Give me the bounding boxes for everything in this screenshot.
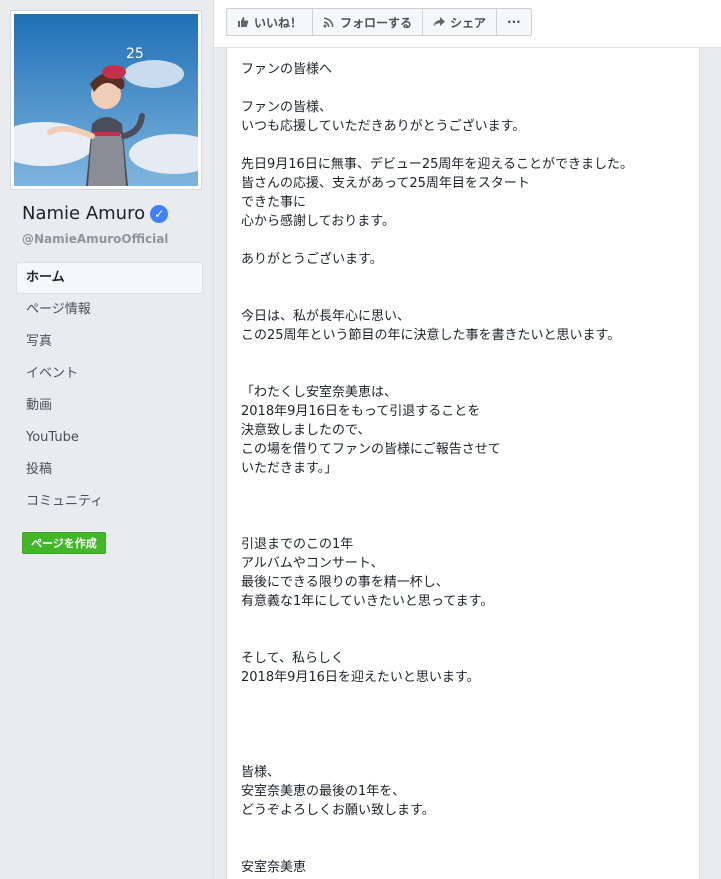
share-arrow-icon: [433, 17, 446, 27]
page-name-text[interactable]: Namie Amuro: [22, 203, 145, 224]
follow-button-label: フォローする: [340, 15, 413, 30]
sidebar-item-youtube[interactable]: YouTube: [16, 422, 203, 454]
page-title[interactable]: Namie Amuro ✓: [22, 203, 169, 224]
share-button[interactable]: シェア: [423, 9, 498, 35]
sidebar-item-posts[interactable]: 投稿: [16, 454, 203, 486]
thumbs-up-icon: [238, 17, 249, 27]
sidebar-item-videos[interactable]: 動画: [16, 390, 203, 422]
more-dots-icon: ···: [507, 15, 521, 29]
sidebar-nav: ホーム ページ情報 写真 イベント 動画 YouTube 投稿 コミュニティ: [16, 262, 203, 518]
profile-photo-illustration: 25: [14, 14, 198, 186]
page-action-bar: いいね！ フォローする シェア ···: [214, 0, 721, 48]
sidebar-item-photos[interactable]: 写真: [16, 326, 203, 358]
sidebar-item-home[interactable]: ホーム: [16, 262, 203, 294]
follow-button[interactable]: フォローする: [313, 9, 424, 35]
profile-picture[interactable]: 25: [10, 10, 202, 190]
page-sidebar: 25 Namie Amuro ✓ @NamieAmuroOfficial ホーム…: [0, 0, 214, 879]
more-options-button[interactable]: ···: [497, 9, 531, 35]
post-card: ファンの皆様へ ファンの皆様、 いつも応援していただきありがとうございます。 先…: [226, 48, 700, 879]
svg-text:25: 25: [126, 46, 144, 62]
sidebar-divider: [213, 0, 214, 879]
rss-icon: [323, 17, 334, 28]
like-button[interactable]: いいね！: [227, 9, 314, 35]
create-page-button[interactable]: ページを作成: [22, 532, 106, 554]
share-button-label: シェア: [450, 15, 487, 30]
action-button-group: いいね！ フォローする シェア ···: [226, 8, 532, 36]
like-button-label: いいね！: [254, 15, 303, 30]
sidebar-item-events[interactable]: イベント: [16, 358, 203, 390]
verified-check-icon: ✓: [150, 204, 169, 223]
post-body-text: ファンの皆様へ ファンの皆様、 いつも応援していただきありがとうございます。 先…: [241, 62, 633, 875]
page-handle: @NamieAmuroOfficial: [22, 232, 169, 246]
sidebar-item-community[interactable]: コミュニティ: [16, 486, 203, 518]
sidebar-item-about[interactable]: ページ情報: [16, 294, 203, 326]
